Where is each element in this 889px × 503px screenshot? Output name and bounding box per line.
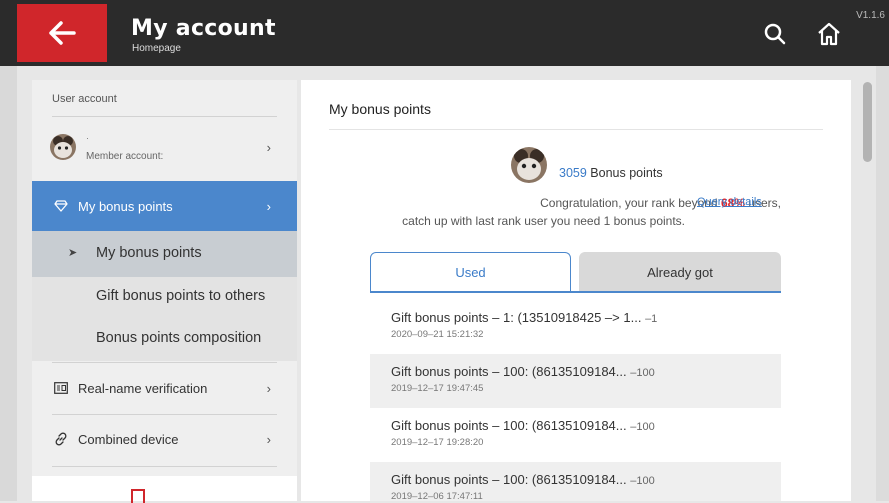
- back-button[interactable]: [17, 4, 107, 62]
- top-bar: My account Homepage V1.1.6: [0, 0, 889, 66]
- user-name: ·: [86, 133, 89, 143]
- tab-used[interactable]: Used: [370, 252, 571, 292]
- link-icon: [55, 432, 67, 446]
- frame-left: [0, 66, 17, 501]
- tab-underline: [370, 291, 781, 293]
- list-item[interactable]: Gift bonus points – 100: (86135109184...…: [370, 462, 781, 501]
- page-subtitle: Homepage: [132, 43, 181, 54]
- record-date: 2019–12–06 17:47:11: [391, 491, 483, 501]
- record-amount: –100: [630, 475, 655, 487]
- divider: [52, 466, 277, 467]
- home-button[interactable]: [815, 20, 843, 48]
- sidebar-item-real-name-verification[interactable]: Real-name verification ›: [32, 368, 297, 408]
- bonus-points-value: 3059: [559, 166, 587, 180]
- frame-right: [876, 66, 889, 501]
- rank-message-line2: catch up with last rank user you need 1 …: [402, 214, 685, 228]
- record-date: 2019–12–17 19:47:45: [391, 383, 484, 394]
- diamond-icon: [54, 200, 68, 212]
- sidebar-item-my-bonus-points[interactable]: My bonus points ›: [32, 181, 297, 231]
- section-title: My bonus points: [329, 101, 431, 117]
- sidebar-item-combined-device[interactable]: Combined device ›: [32, 419, 297, 459]
- search-button[interactable]: [762, 21, 788, 47]
- user-account-label: User account: [52, 93, 117, 105]
- sidebar: User account · Member account: › My bonu…: [32, 80, 297, 503]
- submenu-item-my-bonus-points[interactable]: ➤ My bonus points: [32, 231, 297, 277]
- arrow-left-icon: [49, 21, 76, 45]
- arrow-right-icon: ➤: [68, 247, 78, 259]
- rank-message-prefix: Congratulation, your rank beyond: [540, 196, 718, 210]
- chevron-right-icon: ›: [266, 380, 271, 396]
- version-label: V1.1.6: [856, 10, 885, 21]
- list-item[interactable]: Gift bonus points – 100: (86135109184...…: [370, 354, 781, 408]
- record-text: Gift bonus points – 100: (86135109184...: [391, 364, 627, 379]
- list-item[interactable]: Gift bonus points – 1: (13510918425 –> 1…: [370, 300, 781, 354]
- sidebar-item-label: My bonus points: [78, 198, 173, 214]
- divider: [52, 362, 277, 363]
- submenu-item-gift-bonus-points[interactable]: Gift bonus points to others: [96, 288, 265, 304]
- bonus-points-label: Bonus points: [590, 166, 663, 180]
- record-description: Gift bonus points – 100: (86135109184...…: [391, 472, 655, 487]
- record-description: Gift bonus points – 1: (13510918425 –> 1…: [391, 310, 657, 325]
- chevron-right-icon: ›: [266, 431, 271, 447]
- record-text: Gift bonus points – 100: (86135109184...: [391, 418, 627, 433]
- record-amount: –1: [645, 313, 658, 325]
- record-date: 2020–09–21 15:21:32: [391, 329, 484, 340]
- bonus-points-submenu: ➤ My bonus points Gift bonus points to o…: [32, 231, 297, 361]
- scrollbar-thumb[interactable]: [863, 82, 872, 162]
- tab-already-got[interactable]: Already got: [579, 252, 781, 292]
- chevron-right-icon: ›: [266, 198, 271, 214]
- submenu-item-bonus-points-composition[interactable]: Bonus points composition: [96, 330, 261, 346]
- scrollbar[interactable]: [859, 80, 876, 501]
- divider: [329, 129, 823, 130]
- record-amount: –100: [630, 367, 655, 379]
- record-text: Gift bonus points – 1: (13510918425 –> 1…: [391, 310, 642, 325]
- record-amount: –100: [630, 421, 655, 433]
- bonus-points-panel: My bonus points 3059 Bonus points Congra…: [301, 80, 851, 501]
- sidebar-item-label: Combined device: [78, 431, 179, 447]
- avatar: [511, 147, 547, 183]
- search-icon: [764, 23, 786, 45]
- bonus-points-total: 3059 Bonus points: [559, 166, 663, 180]
- submenu-item-label: My bonus points: [96, 245, 202, 261]
- page-title: My account: [131, 16, 276, 41]
- id-card-icon: [54, 382, 68, 394]
- home-icon: [818, 22, 840, 46]
- avatar: [50, 134, 76, 160]
- record-text: Gift bonus points – 100: (86135109184...: [391, 472, 627, 487]
- list-item[interactable]: Gift bonus points – 100: (86135109184...…: [370, 408, 781, 462]
- query-details-link[interactable]: Query details: [697, 196, 762, 208]
- record-description: Gift bonus points – 100: (86135109184...…: [391, 364, 655, 379]
- sidebar-item-label: Real-name verification: [78, 380, 208, 396]
- record-date: 2019–12–17 19:28:20: [391, 437, 484, 448]
- member-account-label: Member account:: [86, 151, 164, 162]
- divider: [52, 414, 277, 415]
- sidebar-bottom-panel: [32, 476, 297, 503]
- chevron-right-icon: ›: [266, 140, 271, 155]
- record-description: Gift bonus points – 100: (86135109184...…: [391, 418, 655, 433]
- divider: [52, 116, 277, 117]
